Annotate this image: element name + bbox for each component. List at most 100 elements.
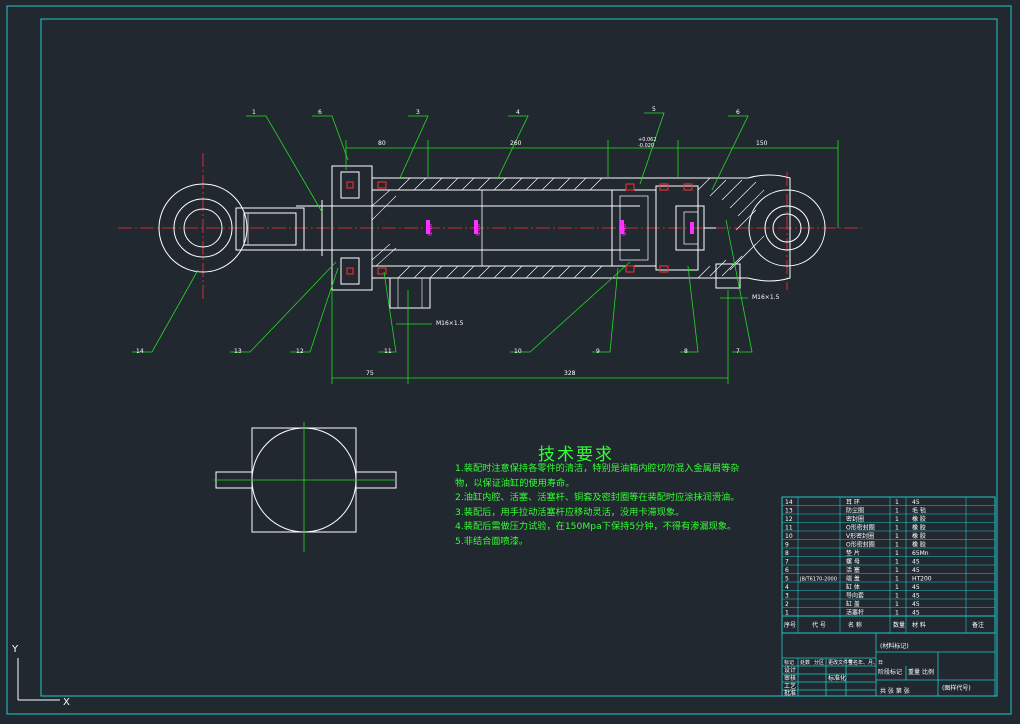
parts-cell-code: JB/T6170-2000 — [799, 576, 837, 582]
balloon: 14 — [136, 348, 144, 355]
parts-cell-qty: 1 — [895, 499, 899, 506]
balloon: 4 — [516, 109, 520, 116]
title-stage-mark: 阶段标记 — [878, 668, 902, 676]
balloon: 11 — [384, 348, 392, 355]
parts-cell-mat: 45 — [912, 567, 920, 574]
parts-header-mat: 材 料 — [912, 621, 926, 629]
title-role-approve: 批准 — [784, 689, 796, 697]
parts-list: 14 耳 环 1 4513 防尘圈 1 毛 毡12 密封圈 1 橡 胶11 O形密封圈 1 橡 胶10 V… — [781, 496, 996, 634]
parts-cell-name: 缸 盖 — [846, 600, 860, 608]
dim-tol-bot: -0.020 — [638, 143, 654, 149]
cad-drawing-canvas: 80 260 150 75 328 M16×1.5 M16×1.5 +0.062… — [6, 5, 1012, 715]
tech-requirement-item: 2.油缸内腔、活塞、活塞杆、铜套及密封圈等在装配时应涂抹润滑油。 — [455, 492, 740, 504]
parts-cell-qty: 1 — [895, 609, 899, 616]
parts-cell-mat: 45 — [912, 609, 920, 616]
title-scale: 比例 — [922, 668, 934, 676]
cylinder-section-view — [118, 153, 862, 309]
parts-cell-name: V形密封圈 — [846, 532, 874, 540]
parts-header-qty: 数量 — [893, 621, 905, 629]
title-weight: 重量 — [908, 668, 920, 676]
tech-requirements-list: 1.装配时注意保持各零件的清洁，特别是油箱内腔切勿混入金属屑等杂物，以保证油缸的… — [455, 462, 745, 550]
title-row-mark: 标记 — [784, 659, 794, 666]
balloon: 6 — [736, 109, 740, 116]
parts-cell-qty: 1 — [895, 541, 899, 548]
parts-cell-name: 耳 环 — [846, 499, 860, 506]
dim-d1: 80 — [378, 140, 386, 147]
parts-cell-no: 6 — [785, 567, 789, 574]
title-material-mark: (材料标记) — [880, 642, 909, 650]
parts-cell-qty: 1 — [895, 550, 899, 557]
parts-header-no: 序号 — [784, 621, 796, 629]
balloon: 12 — [296, 348, 304, 355]
parts-cell-qty: 1 — [895, 575, 899, 582]
tech-requirement-item: 4.装配后需做压力试验，在150Mpa下保持5分钟，不得有渗漏现象。 — [455, 521, 737, 533]
balloon: 8 — [684, 348, 688, 355]
parts-cell-qty: 1 — [895, 592, 899, 599]
parts-cell-mat: 45 — [912, 584, 920, 591]
parts-cell-no: 10 — [785, 533, 793, 540]
title-drawing-code: (图样代号) — [942, 684, 971, 692]
dim-d5: 328 — [564, 370, 576, 377]
balloon: 1 — [252, 109, 256, 116]
title-role-design: 设计 — [784, 666, 796, 674]
dia-label-2: Φ80 — [475, 223, 482, 236]
parts-cell-name: 垫 片 — [846, 549, 860, 557]
tech-requirement-item: 5.非结合面喷漆。 — [455, 535, 529, 547]
parts-cell-mat: 橡 胶 — [912, 523, 926, 531]
parts-cell-no: 11 — [785, 524, 793, 531]
parts-header-name: 名 称 — [848, 621, 862, 629]
parts-cell-no: 14 — [785, 499, 793, 506]
parts-cell-name: O形密封圈 — [846, 540, 875, 548]
parts-cell-qty: 1 — [895, 507, 899, 514]
dim-d4: 75 — [366, 370, 374, 377]
parts-cell-name: O形密封圈 — [846, 523, 875, 531]
balloon: 9 — [596, 348, 600, 355]
cylinder-end-view — [214, 422, 397, 552]
diameter-labels: Φ40 Φ80 Φ40 — [427, 223, 628, 236]
parts-header-code: 代 号 — [812, 621, 826, 629]
parts-cell-name: 缸 体 — [846, 583, 860, 591]
parts-cell-mat: 65Mn — [912, 550, 929, 557]
parts-cell-no: 2 — [785, 601, 789, 608]
parts-cell-mat: 毛 毡 — [912, 506, 926, 514]
tech-requirement-item: 1.装配时注意保持各零件的清洁，特别是油箱内腔切勿混入金属屑等杂物，以保证油缸的… — [455, 463, 740, 489]
parts-cell-no: 3 — [785, 592, 789, 599]
parts-cell-name: 端 盖 — [846, 574, 860, 582]
parts-cell-mat: 橡 胶 — [912, 540, 926, 548]
parts-cell-no: 5 — [785, 575, 789, 582]
parts-header-note: 备注 — [972, 621, 984, 629]
parts-cell-no: 9 — [785, 541, 789, 548]
title-role-process: 工艺 — [784, 682, 796, 690]
balloon: 5 — [652, 106, 656, 113]
parts-cell-name: 活塞杆 — [846, 608, 864, 616]
parts-cell-mat: 45 — [912, 601, 920, 608]
balloon: 6 — [318, 109, 322, 116]
parts-cell-no: 1 — [785, 609, 789, 616]
title-row-zone: 分区 — [814, 659, 824, 666]
parts-cell-qty: 1 — [895, 601, 899, 608]
svg-text:Y: Y — [11, 644, 19, 655]
parts-cell-name: 螺 母 — [846, 557, 860, 565]
balloon: 7 — [736, 348, 740, 355]
parts-cell-no: 13 — [785, 507, 793, 514]
leader-lines — [132, 112, 839, 384]
parts-cell-mat: 45 — [912, 592, 920, 599]
parts-cell-mat: 橡 胶 — [912, 515, 926, 523]
parts-cell-qty: 1 — [895, 584, 899, 591]
parts-cell-qty: 1 — [895, 558, 899, 565]
balloon: 10 — [514, 348, 522, 355]
dim-d6: M16×1.5 — [436, 320, 464, 327]
parts-cell-no: 4 — [785, 584, 789, 591]
dia-label-1: Φ40 — [427, 223, 434, 236]
parts-cell-no: 7 — [785, 558, 789, 565]
dim-d2: 260 — [510, 140, 522, 147]
parts-cell-qty: 1 — [895, 516, 899, 523]
parts-cell-no: 8 — [785, 550, 789, 557]
parts-cell-mat: 橡 胶 — [912, 532, 926, 540]
parts-cell-qty: 1 — [895, 533, 899, 540]
title-row-date: 年、月、日 — [858, 659, 883, 666]
balloon: 13 — [234, 348, 242, 355]
dim-d3: 150 — [756, 140, 768, 147]
parts-cell-name: 密封圈 — [846, 515, 864, 523]
parts-cell-name: 导向套 — [846, 591, 864, 599]
